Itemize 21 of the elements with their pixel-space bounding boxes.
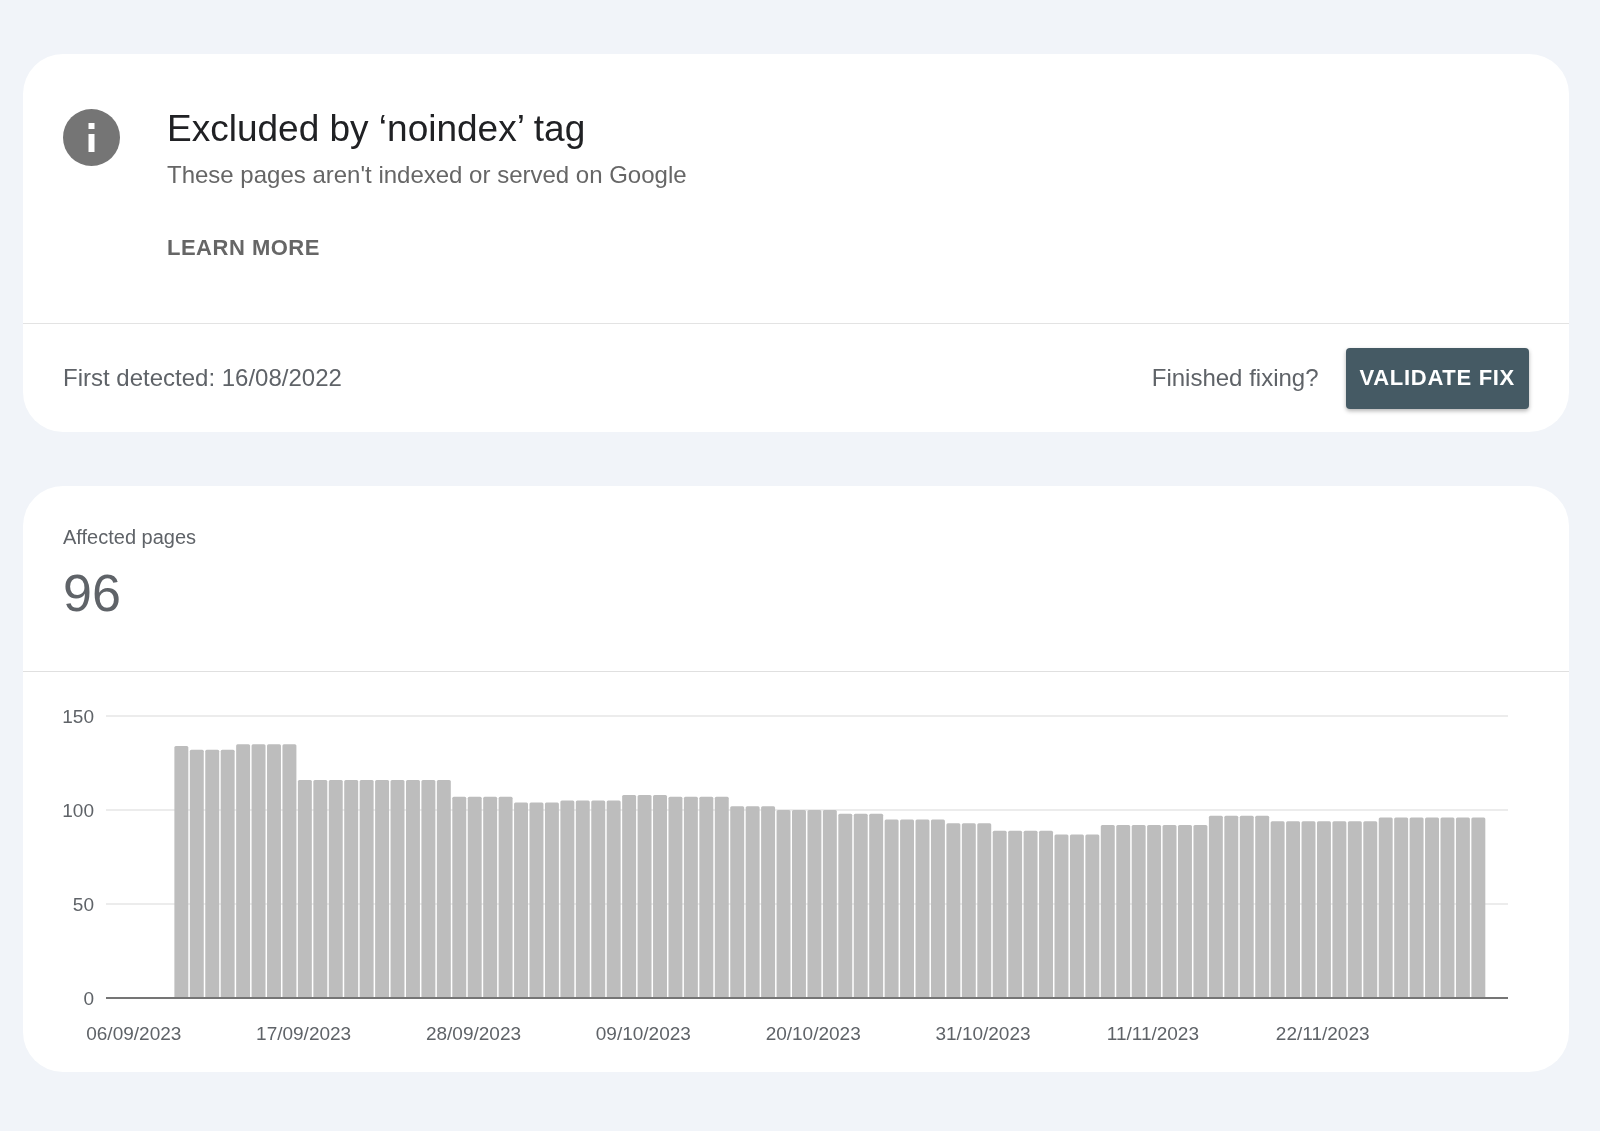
- issue-title: Excluded by ‘noindex’ tag: [167, 107, 586, 151]
- x-tick-label: 06/09/2023: [86, 1023, 182, 1044]
- affected-pages-label: Affected pages: [63, 526, 198, 549]
- x-tick-label: 22/11/2023: [1275, 1023, 1370, 1044]
- fix-prompt-text: Finished fixing?: [1151, 364, 1319, 392]
- first-detected-text: First detected: 16/08/2022: [63, 364, 342, 392]
- x-tick-label: 20/10/2023: [765, 1023, 861, 1044]
- learn-more-link[interactable]: LEARN MORE: [167, 235, 320, 262]
- x-tick-label: 31/10/2023: [935, 1023, 1031, 1044]
- y-tick-label: 0: [83, 988, 94, 1009]
- x-tick-label: 28/09/2023: [425, 1023, 522, 1044]
- y-tick-label: 50: [72, 894, 94, 915]
- x-tick-label: 17/09/2023: [256, 1023, 352, 1044]
- affected-pages-count: 96: [63, 563, 122, 623]
- y-tick-label: 100: [62, 800, 94, 821]
- info-icon: [63, 109, 120, 166]
- x-tick-label: 11/11/2023: [1106, 1023, 1199, 1044]
- y-tick-label: 150: [62, 706, 94, 727]
- x-tick-label: 09/10/2023: [595, 1023, 691, 1044]
- validate-fix-button[interactable]: VALIDATE FIX: [1345, 347, 1529, 409]
- issue-description: These pages aren't indexed or served on Google: [167, 161, 687, 190]
